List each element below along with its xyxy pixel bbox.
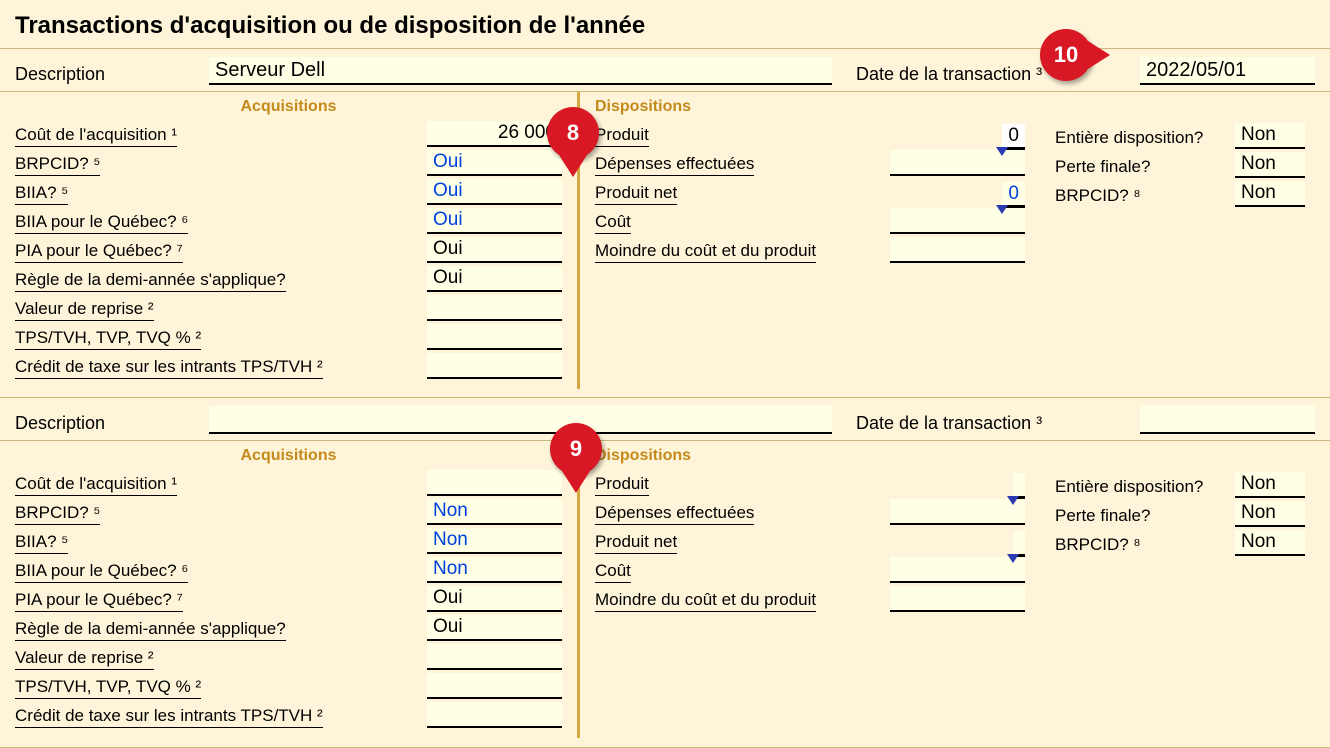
pia-qc-label: PIA pour le Québec? ⁷ [15, 241, 183, 263]
acq-heading: Acquisitions [15, 98, 562, 116]
date-label: Date de la transaction ³ [856, 413, 1116, 434]
disp-heading: Dispositions [595, 98, 1025, 116]
biia5-label: BIIA? ⁵ [15, 532, 68, 554]
dispositions-right-column: Entière disposition? Non Perte finale? Non… [1040, 441, 1320, 738]
tps-pct-value[interactable] [427, 324, 562, 350]
description-input[interactable] [209, 57, 832, 85]
biia5-value[interactable]: Non [427, 528, 562, 554]
perte-finale-label: Perte finale? [1055, 157, 1150, 178]
dispositions-right-column: Entière disposition? Non Perte finale? Non… [1040, 92, 1320, 389]
credit-taxe-value[interactable] [427, 353, 562, 379]
pia-qc-label: PIA pour le Québec? ⁷ [15, 590, 183, 612]
biia-qc-value[interactable]: Non [427, 557, 562, 583]
valeur-reprise-value[interactable] [427, 644, 562, 670]
biia5-value[interactable]: Oui [427, 179, 562, 205]
moindre-label: Moindre du coût et du produit [595, 241, 816, 263]
biia-qc-label: BIIA pour le Québec? ⁶ [15, 561, 188, 583]
cout-label: Coût [595, 212, 631, 234]
depenses-label: Dépenses effectuées [595, 154, 754, 176]
cout-acq-label: Coût de l'acquisition ¹ [15, 125, 177, 147]
valeur-reprise-value[interactable] [427, 295, 562, 321]
moindre-value[interactable] [890, 237, 1025, 263]
entiere-disp-value[interactable]: Non [1235, 472, 1305, 498]
description-label: Description [15, 413, 185, 434]
produit-net-label: Produit net [595, 183, 677, 205]
produit-label: Produit [595, 125, 649, 147]
biia-qc-value[interactable]: Oui [427, 208, 562, 234]
brpcid8-value[interactable]: Non [1235, 530, 1305, 556]
dropdown-icon[interactable] [1007, 554, 1019, 563]
brpcid5-value[interactable]: Oui [427, 150, 562, 176]
acquisitions-column: Acquisitions Coût de l'acquisition ¹ BRP… [0, 441, 580, 738]
description-label: Description [15, 64, 185, 85]
entiere-disp-label: Entière disposition? [1055, 477, 1203, 498]
cout-acq-value[interactable]: 26 000 [427, 121, 562, 147]
acq-heading: Acquisitions [15, 447, 562, 465]
cout-acq-label: Coût de l'acquisition ¹ [15, 474, 177, 496]
moindre-label: Moindre du coût et du produit [595, 590, 816, 612]
pia-qc-value[interactable]: Oui [427, 237, 562, 263]
callout-8: 8 [547, 107, 599, 159]
callout-9: 9 [550, 423, 602, 475]
brpcid5-value[interactable]: Non [427, 499, 562, 525]
acquisitions-column: Acquisitions Coût de l'acquisition ¹ 26 0… [0, 92, 580, 389]
pia-qc-value[interactable]: Oui [427, 586, 562, 612]
dropdown-icon[interactable] [996, 205, 1008, 214]
cout-acq-value[interactable] [427, 470, 562, 496]
brpcid8-value[interactable]: Non [1235, 181, 1305, 207]
produit-label: Produit [595, 474, 649, 496]
demi-annee-label: Règle de la demi-année s'applique? [15, 619, 286, 641]
tps-pct-label: TPS/TVH, TVP, TVQ % ² [15, 328, 201, 350]
entiere-disp-label: Entière disposition? [1055, 128, 1203, 149]
valeur-reprise-label: Valeur de reprise ² [15, 299, 154, 321]
date-input[interactable] [1140, 406, 1315, 434]
valeur-reprise-label: Valeur de reprise ² [15, 648, 154, 670]
biia-qc-label: BIIA pour le Québec? ⁶ [15, 212, 188, 234]
disp-heading: Dispositions [595, 447, 1025, 465]
date-input[interactable] [1140, 57, 1315, 85]
page-title: Transactions d'acquisition ou de disposi… [0, 0, 1330, 48]
depenses-value[interactable] [890, 499, 1025, 525]
description-input[interactable] [209, 406, 832, 434]
transaction-2: 9 Description Date de la transaction ³ A… [0, 397, 1330, 738]
credit-taxe-label: Crédit de taxe sur les intrants TPS/TVH … [15, 357, 323, 379]
perte-finale-value[interactable]: Non [1235, 501, 1305, 527]
brpcid8-label: BRPCID? ⁸ [1055, 535, 1141, 556]
callout-10: 10 [1040, 29, 1092, 81]
biia5-label: BIIA? ⁵ [15, 183, 68, 205]
depenses-label: Dépenses effectuées [595, 503, 754, 525]
demi-annee-label: Règle de la demi-année s'applique? [15, 270, 286, 292]
cout-label: Coût [595, 561, 631, 583]
brpcid5-label: BRPCID? ⁵ [15, 154, 100, 176]
dispositions-mid-column: Dispositions Produit Dépenses effectuées… [580, 441, 1040, 738]
tps-pct-value[interactable] [427, 673, 562, 699]
moindre-value[interactable] [890, 586, 1025, 612]
credit-taxe-value[interactable] [427, 702, 562, 728]
perte-finale-label: Perte finale? [1055, 506, 1150, 527]
perte-finale-value[interactable]: Non [1235, 152, 1305, 178]
demi-annee-value[interactable]: Oui [427, 266, 562, 292]
dispositions-mid-column: Dispositions Produit 0 Dépenses effectué… [580, 92, 1040, 389]
credit-taxe-label: Crédit de taxe sur les intrants TPS/TVH … [15, 706, 323, 728]
produit-net-label: Produit net [595, 532, 677, 554]
tps-pct-label: TPS/TVH, TVP, TVQ % ² [15, 677, 201, 699]
brpcid5-label: BRPCID? ⁵ [15, 503, 100, 525]
transaction-1: 8 10 Description Date de la transaction … [0, 48, 1330, 389]
dropdown-icon[interactable] [1007, 496, 1019, 505]
demi-annee-value[interactable]: Oui [427, 615, 562, 641]
cout-value[interactable] [890, 557, 1025, 583]
dropdown-icon[interactable] [996, 147, 1008, 156]
entiere-disp-value[interactable]: Non [1235, 123, 1305, 149]
brpcid8-label: BRPCID? ⁸ [1055, 186, 1141, 207]
